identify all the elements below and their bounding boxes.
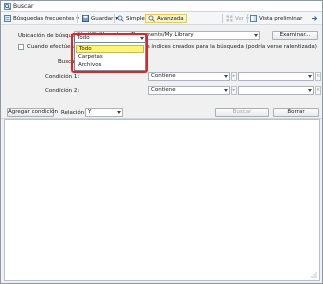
save-icon — [82, 15, 89, 22]
advanced-label: Avanzada — [157, 15, 184, 22]
toolbar-separator — [114, 14, 115, 23]
toolbar-separator — [222, 14, 223, 23]
add-condition-button[interactable]: Agregar condición — [7, 108, 58, 117]
condition-1-operator-value: Contiene — [151, 73, 176, 79]
condition-2-operator[interactable]: Contiene — [148, 86, 230, 95]
chevron-down-icon — [224, 75, 228, 78]
chevron-down-icon — [117, 111, 121, 114]
chevron-down-icon — [224, 89, 228, 92]
condition-2-operator-value: Contiene — [151, 87, 176, 93]
condition-1-operator[interactable]: Contiene — [148, 72, 230, 81]
index-option-checkbox[interactable] — [18, 44, 24, 50]
toolbar: Búsquedas frecuentes ▾ Guardar ▾ Simple — [1, 12, 322, 25]
preview-label: Vista preliminar — [259, 15, 303, 22]
relation-label: Relación: — [61, 110, 87, 116]
condition-1-value[interactable] — [238, 72, 314, 81]
magnifier-icon — [117, 15, 124, 22]
frequent-searches-button[interactable]: Búsquedas frecuentes ▾ — [4, 14, 79, 23]
option-archivos[interactable]: Archivos — [76, 61, 144, 69]
index-option-label: Cuando efectúe una búsqueda, no utilice … — [27, 44, 317, 50]
view-label: Ver — [235, 15, 244, 22]
condition-1-label: Condición 1: — [45, 74, 80, 80]
chevron-down-icon — [254, 34, 258, 37]
search-button[interactable]: Buscar — [215, 108, 269, 117]
frequent-searches-label: Búsquedas frecuentes — [13, 15, 75, 22]
advanced-search-tab[interactable]: Avanzada — [145, 14, 187, 23]
condition-2-label: Condición 2: — [45, 88, 80, 94]
frequent-searches-icon — [4, 15, 11, 22]
search-in-dropdown-list: Todo Carpetas Archivos — [74, 42, 146, 71]
condition-2-option-button[interactable]: ▸ — [231, 86, 237, 95]
search-results-area[interactable] — [4, 119, 320, 281]
save-button[interactable]: Guardar ▾ — [82, 14, 118, 23]
simple-label: Simple — [126, 15, 145, 22]
view-button[interactable]: Ver ▾ — [226, 14, 249, 23]
clear-button[interactable]: Borrar — [273, 108, 319, 117]
chevron-down-icon — [308, 75, 312, 78]
relation-value: Y — [88, 109, 92, 115]
condition-1-remove-button[interactable]: × — [315, 72, 321, 81]
chevron-down-icon — [308, 89, 312, 92]
option-carpetas[interactable]: Carpetas — [76, 53, 144, 61]
option-todo[interactable]: Todo — [76, 45, 144, 53]
condition-1-option-button[interactable]: ▸ — [231, 72, 237, 81]
expand-arrow-button[interactable] — [311, 14, 318, 23]
title-bar: Buscar — [1, 1, 322, 12]
preview-icon — [250, 15, 257, 22]
search-criteria-panel: Ubicación de búsqueda: file:///C:/Users/… — [1, 26, 322, 120]
toolbar-separator — [77, 14, 78, 23]
search-in-selected-value: Todo — [77, 35, 90, 41]
save-label: Guardar — [91, 15, 114, 22]
view-icon — [226, 15, 233, 22]
preview-button[interactable]: Vista preliminar — [250, 14, 302, 23]
browse-button[interactable]: Examinar... — [272, 31, 318, 40]
arrow-right-icon — [312, 16, 318, 21]
resize-grip-icon[interactable] — [311, 272, 317, 278]
search-window-icon — [4, 3, 11, 10]
chevron-down-icon — [140, 37, 144, 40]
advanced-search-icon — [148, 15, 155, 22]
relation-select[interactable]: Y — [85, 108, 123, 117]
condition-2-value[interactable] — [238, 86, 314, 95]
simple-search-button[interactable]: Simple — [117, 14, 145, 23]
toolbar-separator — [247, 14, 248, 23]
window-title: Buscar — [13, 3, 34, 10]
condition-2-remove-button[interactable]: × — [315, 86, 321, 95]
search-window: Buscar Búsquedas frecuentes ▾ Guardar ▾ — [0, 0, 323, 284]
